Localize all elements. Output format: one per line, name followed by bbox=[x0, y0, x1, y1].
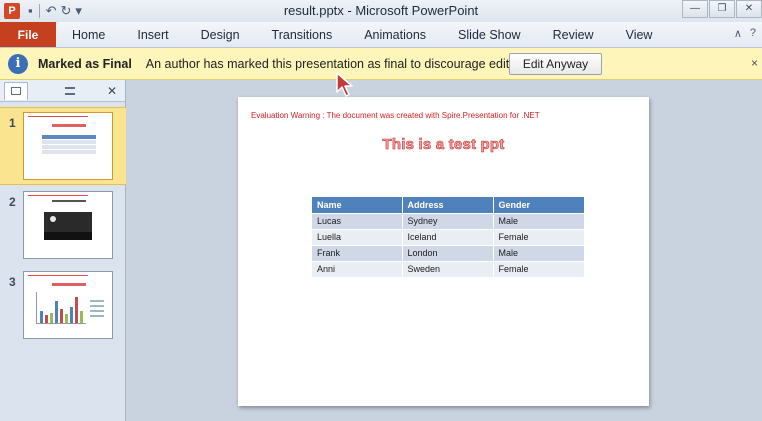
info-icon: i bbox=[8, 53, 28, 74]
minimize-ribbon-icon[interactable]: ∧ bbox=[734, 27, 742, 40]
tab-transitions[interactable]: Transitions bbox=[256, 22, 349, 47]
thumbnail-image bbox=[23, 112, 113, 180]
minimize-button[interactable]: — bbox=[682, 0, 708, 18]
qat-divider bbox=[38, 4, 40, 18]
message-text: An author has marked this presentation a… bbox=[145, 56, 530, 71]
thumb-warning-line bbox=[28, 275, 88, 276]
edit-anyway-button[interactable]: Edit Anyway bbox=[509, 53, 602, 75]
thumb-chart bbox=[36, 292, 86, 324]
tab-slide-show[interactable]: Slide Show bbox=[442, 22, 537, 47]
restore-button[interactable]: ❐ bbox=[709, 0, 735, 18]
tab-file[interactable]: File bbox=[0, 22, 56, 47]
table-cell: Male bbox=[493, 244, 585, 261]
table-header-cell: Address bbox=[402, 197, 494, 213]
table-row: Anni Sweden Female bbox=[312, 260, 585, 277]
table-cell: Anni bbox=[312, 260, 403, 277]
table-row: Luella Iceland Female bbox=[312, 228, 585, 245]
tab-animations[interactable]: Animations bbox=[348, 22, 442, 47]
table-row: Lucas Sydney Male bbox=[312, 212, 585, 229]
customize-qat-icon[interactable]: ▾ bbox=[75, 3, 82, 19]
quick-access-toolbar: ▪ ↶ ↻ ▾ bbox=[28, 3, 82, 19]
table-header-row: Name Address Gender bbox=[312, 197, 585, 213]
slide-editing-area[interactable]: Evaluation Warning : The document was cr… bbox=[127, 80, 762, 421]
redo-icon[interactable]: ↻ bbox=[61, 3, 72, 19]
thumb-warning-line bbox=[28, 116, 88, 117]
thumb-table bbox=[42, 135, 96, 157]
table-cell: Male bbox=[493, 212, 585, 229]
title-bar: P ▪ ↶ ↻ ▾ result.pptx - Microsoft PowerP… bbox=[0, 0, 762, 22]
slides-icon bbox=[11, 87, 21, 95]
slide-thumbnail-2[interactable]: 2 bbox=[0, 187, 126, 265]
slides-panel: ✕ 1 2 3 bbox=[0, 80, 126, 421]
table-cell: Lucas bbox=[312, 212, 403, 229]
tab-design[interactable]: Design bbox=[185, 22, 256, 47]
thumb-legend bbox=[90, 300, 104, 320]
slide-number: 2 bbox=[9, 195, 16, 209]
tab-view[interactable]: View bbox=[610, 22, 669, 47]
undo-icon[interactable]: ↶ bbox=[46, 3, 57, 19]
slide-table[interactable]: Name Address Gender Lucas Sydney Male Lu… bbox=[312, 197, 585, 277]
close-message-bar-icon[interactable]: × bbox=[751, 56, 758, 70]
close-window-button[interactable]: ✕ bbox=[736, 0, 762, 18]
thumbnail-image bbox=[23, 191, 113, 259]
table-cell: Iceland bbox=[402, 228, 494, 245]
table-cell: Frank bbox=[312, 244, 403, 261]
tab-slides[interactable] bbox=[4, 81, 28, 100]
tab-review[interactable]: Review bbox=[537, 22, 610, 47]
tab-outline[interactable] bbox=[58, 82, 82, 100]
table-cell: Luella bbox=[312, 228, 403, 245]
table-header-cell: Gender bbox=[493, 197, 585, 213]
ribbon-tabs: File Home Insert Design Transitions Anim… bbox=[0, 22, 762, 48]
thumb-title-line bbox=[52, 283, 86, 286]
tab-home[interactable]: Home bbox=[56, 22, 121, 47]
slide-number: 1 bbox=[9, 116, 16, 130]
evaluation-warning-text: Evaluation Warning : The document was cr… bbox=[251, 111, 540, 120]
slide-number: 3 bbox=[9, 275, 16, 289]
save-icon[interactable]: ▪ bbox=[28, 3, 33, 19]
thumb-title-line bbox=[52, 200, 86, 202]
slide-thumbnail-3[interactable]: 3 bbox=[0, 267, 126, 345]
table-cell: Female bbox=[493, 260, 585, 277]
close-panel-icon[interactable]: ✕ bbox=[107, 84, 117, 98]
window-title: result.pptx - Microsoft PowerPoint bbox=[283, 3, 479, 18]
outline-icon bbox=[65, 86, 75, 95]
mouse-cursor-icon bbox=[336, 72, 353, 97]
table-cell: Sydney bbox=[402, 212, 494, 229]
thumb-night-image bbox=[44, 212, 92, 240]
panel-tabs: ✕ bbox=[0, 80, 125, 102]
powerpoint-app-icon[interactable]: P bbox=[4, 3, 20, 19]
table-cell: Female bbox=[493, 228, 585, 245]
table-row: Frank London Male bbox=[312, 244, 585, 261]
thumb-title-line bbox=[52, 124, 86, 127]
table-cell: London bbox=[402, 244, 494, 261]
ribbon-controls: ∧ ? bbox=[734, 27, 756, 40]
slide-thumbnail-1[interactable]: 1 bbox=[0, 107, 126, 185]
thumbnail-image bbox=[23, 271, 113, 339]
marked-as-final-message-bar: i Marked as Final An author has marked t… bbox=[0, 48, 762, 80]
slide-canvas[interactable]: Evaluation Warning : The document was cr… bbox=[238, 97, 649, 406]
help-icon[interactable]: ? bbox=[750, 27, 756, 40]
window-controls: — ❐ ✕ bbox=[681, 0, 762, 18]
message-title: Marked as Final bbox=[38, 56, 132, 71]
tab-insert[interactable]: Insert bbox=[121, 22, 184, 47]
thumb-warning-line bbox=[28, 195, 88, 196]
table-cell: Sweden bbox=[402, 260, 494, 277]
slide-title[interactable]: This is a test ppt bbox=[238, 136, 649, 154]
table-header-cell: Name bbox=[312, 197, 403, 213]
